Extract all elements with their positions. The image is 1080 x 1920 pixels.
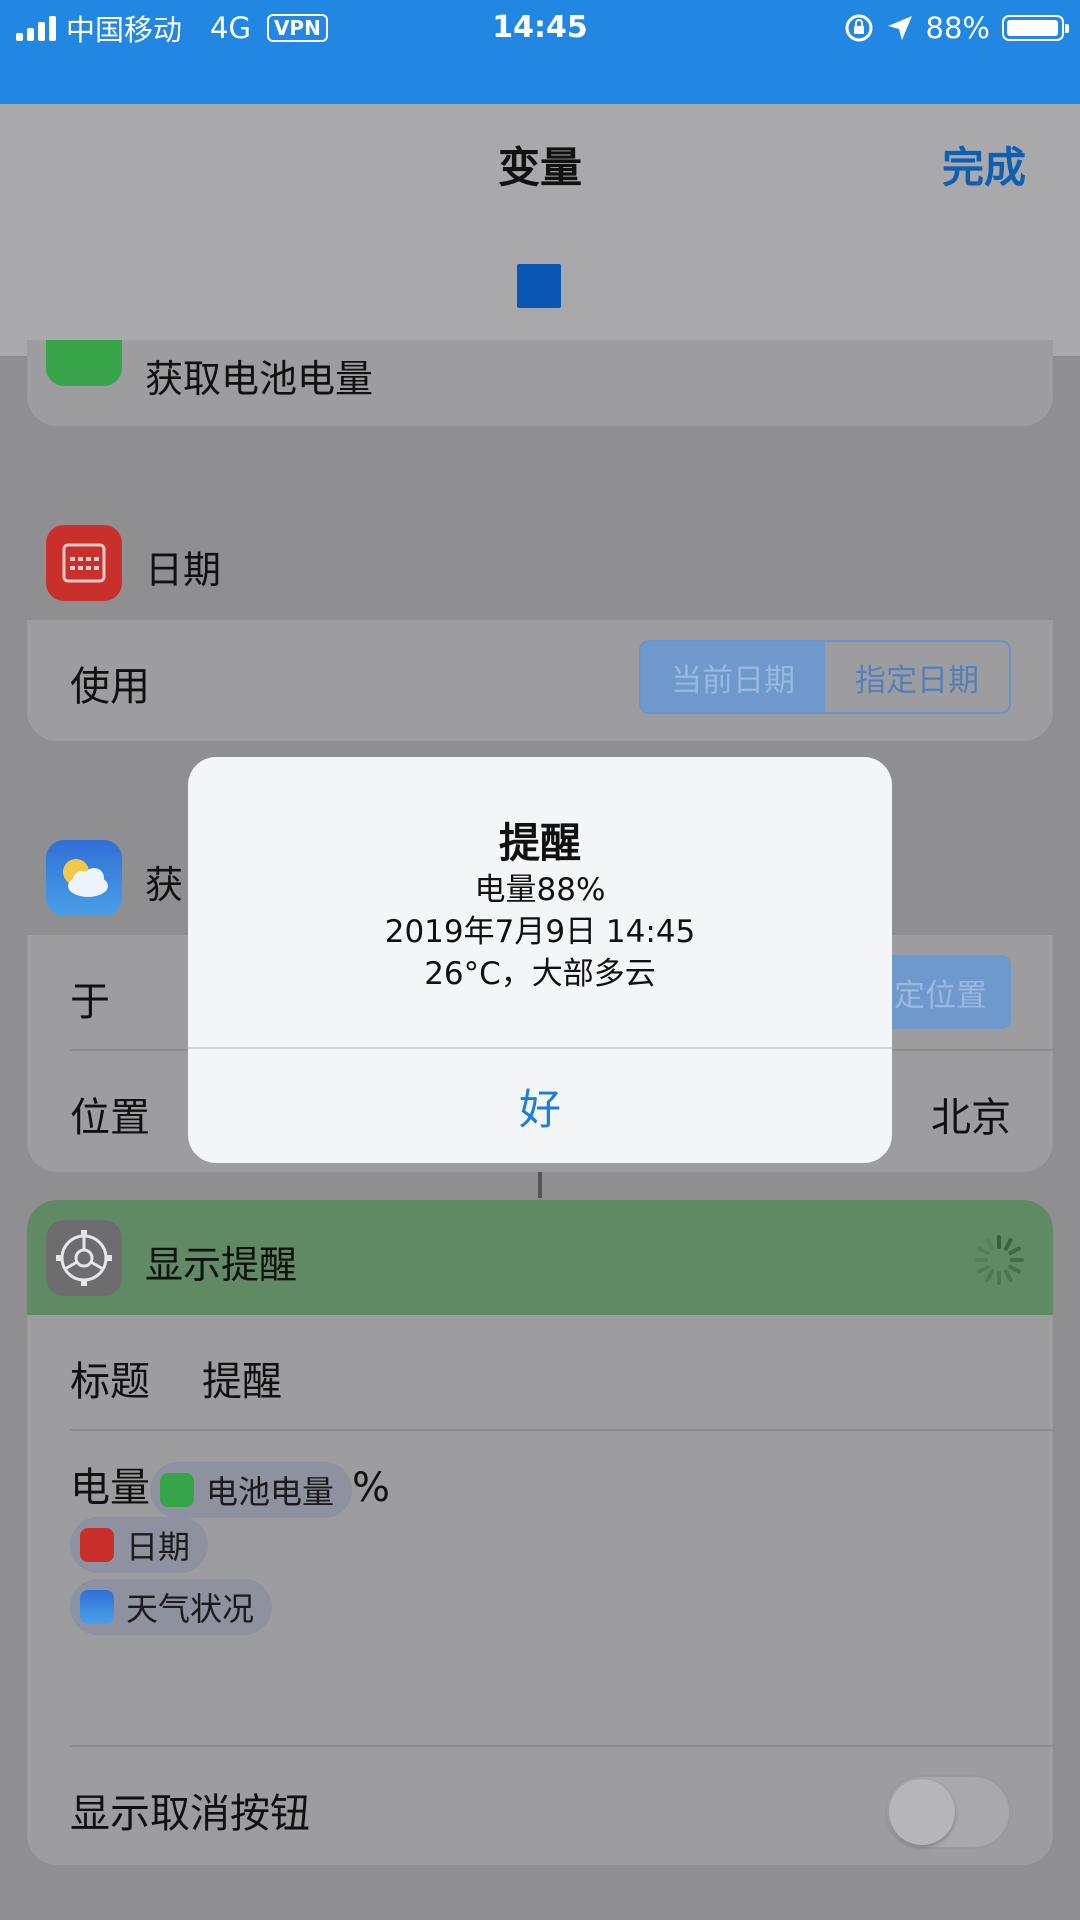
action-title: 显示提醒 [145, 1243, 298, 1287]
alert-body[interactable]: 电量 电池电量% [70, 1455, 390, 1518]
date-segmented-control[interactable]: 当前日期 指定日期 [639, 640, 1011, 714]
show-cancel-toggle[interactable] [885, 1775, 1011, 1849]
battery-level-variable-token[interactable]: 电池电量 [150, 1462, 353, 1518]
alert-message-line: 26°C，大部多云 [424, 956, 656, 992]
stop-button[interactable] [517, 264, 561, 308]
row-label: 使用 [70, 664, 150, 710]
action-card-battery[interactable]: 获取电池电量 [27, 340, 1053, 426]
page-title: 变量 [497, 143, 582, 192]
battery-app-icon [46, 340, 122, 386]
date-use-row: 使用 当前日期 指定日期 [27, 620, 1053, 736]
loading-spinner-icon [974, 1235, 1024, 1285]
token-label: 电池电量 [206, 1473, 335, 1511]
rotation-lock-icon [845, 14, 873, 42]
row-label: 于 [70, 979, 110, 1025]
calendar-icon [46, 525, 122, 601]
location-arrow-icon [887, 16, 912, 40]
alert-body-row[interactable]: 电量 电池电量% 日期 天气状况 [27, 1431, 1053, 1747]
body-text-suffix: % [352, 1465, 391, 1511]
show-cancel-row: 显示取消按钮 [27, 1747, 1053, 1865]
alert-message-line: 电量88% [474, 872, 606, 908]
date-token-line: 日期 [70, 1517, 209, 1573]
weather-token-line: 天气状况 [70, 1579, 273, 1635]
segment-specified-date[interactable]: 指定日期 [825, 642, 1009, 712]
toggle-knob [889, 1779, 955, 1845]
action-title: 获取电池电量 [145, 357, 374, 401]
battery-icon [1002, 15, 1069, 41]
row-label: 标题 [70, 1359, 150, 1405]
action-connector [538, 1172, 542, 1198]
battery-percent: 88% [925, 11, 990, 45]
date-variable-token[interactable]: 日期 [70, 1517, 209, 1573]
body-text-prefix: 电量 [70, 1465, 150, 1511]
alert-dialog: 提醒 电量88% 2019年7月9日 14:45 26°C，大部多云 好 [188, 757, 892, 1163]
token-label: 日期 [126, 1528, 191, 1566]
card-header: 日期 [27, 505, 1053, 620]
alert-title-row[interactable]: 标题 提醒 [27, 1315, 1053, 1431]
done-button[interactable]: 完成 [942, 134, 1026, 195]
weather-icon [46, 840, 122, 916]
weather-icon [80, 1590, 114, 1624]
nav-header: 变量 完成 [0, 104, 1080, 357]
card-header: 显示提醒 [27, 1200, 1053, 1315]
alert-message-line: 2019年7月9日 14:45 [384, 914, 696, 950]
status-bar: 中国移动 4G VPN 14:45 88% [0, 0, 1080, 104]
gear-icon [46, 1220, 122, 1296]
token-label: 天气状况 [126, 1590, 255, 1628]
segment-current-date[interactable]: 当前日期 [641, 642, 825, 712]
calendar-icon [80, 1528, 114, 1562]
location-value[interactable]: 北京 [931, 1085, 1011, 1143]
specified-location-segment[interactable]: 定位置 [889, 955, 1011, 1029]
action-title: 日期 [145, 548, 222, 592]
weather-variable-token[interactable]: 天气状况 [70, 1579, 273, 1635]
battery-icon [160, 1473, 194, 1507]
action-card-date[interactable]: 日期 使用 当前日期 指定日期 [27, 505, 1053, 741]
action-title: 获 [145, 863, 184, 907]
alert-title-value[interactable]: 提醒 [202, 1349, 282, 1407]
alert-title: 提醒 [499, 819, 581, 867]
row-label: 显示取消按钮 [70, 1791, 310, 1837]
row-label: 位置 [70, 1095, 150, 1141]
status-right: 88% [844, 8, 1069, 48]
action-card-show-alert[interactable]: 显示提醒 标题 提醒 电量 电池电量% 日期 天气状况 显示取消按钮 [27, 1200, 1053, 1865]
ok-button[interactable]: 好 [188, 1049, 892, 1163]
alert-message: 电量88% 2019年7月9日 14:45 26°C，大部多云 [188, 869, 892, 995]
